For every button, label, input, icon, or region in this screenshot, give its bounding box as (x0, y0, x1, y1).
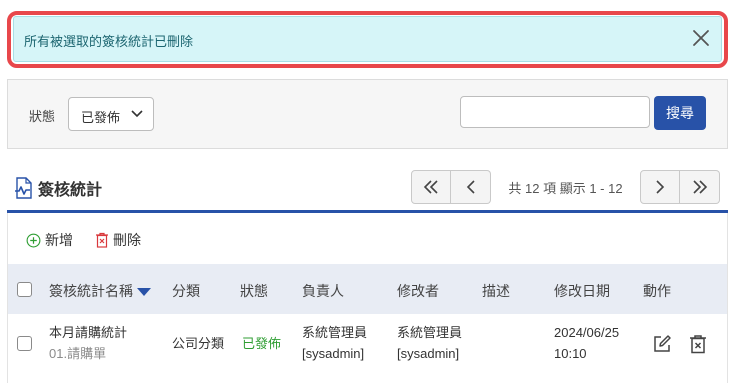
row-date: 2024/06/25 (554, 325, 620, 340)
header-name-label: 簽核統計名稱 (49, 283, 133, 299)
row-owner: 系統管理員 [sysadmin] (302, 322, 367, 364)
page-title: 簽核統計 (38, 182, 103, 199)
delete-label: 刪除 (113, 232, 141, 248)
chevron-left-icon (466, 180, 475, 194)
edit-icon[interactable] (651, 333, 673, 355)
close-icon[interactable] (689, 26, 713, 50)
header-category: 分類 (172, 283, 200, 299)
alert-message: 所有被選取的簽核統計已刪除 (24, 34, 194, 49)
row-checkbox[interactable] (17, 336, 32, 351)
section-header: 簽核統計 (14, 177, 102, 199)
double-chevron-left-icon (423, 180, 438, 194)
next-page-button[interactable] (640, 170, 680, 204)
filter-panel: 狀態 已發佈 搜尋 (7, 79, 728, 149)
chevron-right-icon (656, 180, 665, 194)
status-select[interactable]: 已發佈 (68, 97, 154, 131)
last-page-button[interactable] (680, 170, 720, 204)
row-modifier-name: 系統管理員 (397, 325, 463, 340)
chart-document-icon (15, 177, 32, 199)
plus-circle-icon (26, 233, 41, 247)
status-select-value: 已發佈 (81, 110, 121, 125)
page-info: 共 12 項 顯示 1 - 12 (508, 180, 623, 196)
header-actions: 動作 (643, 283, 671, 299)
row-name-cell: 本月請購統計 01.請購單 (49, 322, 127, 364)
chevron-down-icon (131, 110, 143, 118)
add-label: 新增 (45, 232, 73, 248)
header-status: 狀態 (240, 283, 268, 299)
toolbar: 新增 刪除 (26, 230, 163, 250)
table-header: 簽核統計名稱 分類 狀態 負責人 修改者 描述 修改日期 動作 (8, 264, 727, 314)
row-time: 10:10 (554, 346, 587, 361)
select-all-checkbox[interactable] (17, 282, 32, 297)
header-modifier: 修改者 (397, 283, 439, 299)
search-input[interactable] (460, 96, 650, 128)
header-name[interactable]: 簽核統計名稱 (49, 281, 151, 301)
header-description: 描述 (482, 283, 510, 299)
row-modified-date: 2024/06/25 10:10 (554, 322, 619, 364)
row-name[interactable]: 本月請購統計 (49, 322, 127, 343)
row-category: 公司分類 (172, 336, 225, 351)
delete-button[interactable]: 刪除 (95, 230, 141, 250)
double-chevron-right-icon (692, 180, 707, 194)
header-modified-date: 修改日期 (554, 283, 610, 299)
status-filter-label: 狀態 (29, 109, 56, 124)
first-page-button[interactable] (411, 170, 451, 204)
search-button[interactable]: 搜尋 (654, 96, 706, 130)
row-owner-id: [sysadmin] (302, 346, 365, 361)
row-modifier-id: [sysadmin] (397, 346, 460, 361)
sort-desc-icon[interactable] (137, 288, 151, 297)
list-panel: 新增 刪除 簽核統計名稱 分類 狀態 負責人 修改者 描述 修改日期 動作 本月… (7, 213, 728, 383)
row-modifier: 系統管理員 [sysadmin] (397, 322, 462, 364)
delete-row-icon[interactable] (687, 333, 709, 355)
success-alert: 所有被選取的簽核統計已刪除 (13, 16, 722, 62)
row-form-name: 01.請購單 (49, 346, 107, 361)
add-button[interactable]: 新增 (26, 230, 73, 250)
table-row: 本月請購統計 01.請購單 公司分類 已發佈 系統管理員 [sysadmin] … (8, 314, 727, 372)
header-owner: 負責人 (302, 283, 344, 299)
prev-page-button[interactable] (451, 170, 491, 204)
pagination: 共 12 項 顯示 1 - 12 (411, 170, 720, 204)
row-owner-name: 系統管理員 (302, 325, 368, 340)
trash-x-icon (96, 232, 108, 248)
row-status: 已發佈 (242, 336, 282, 351)
